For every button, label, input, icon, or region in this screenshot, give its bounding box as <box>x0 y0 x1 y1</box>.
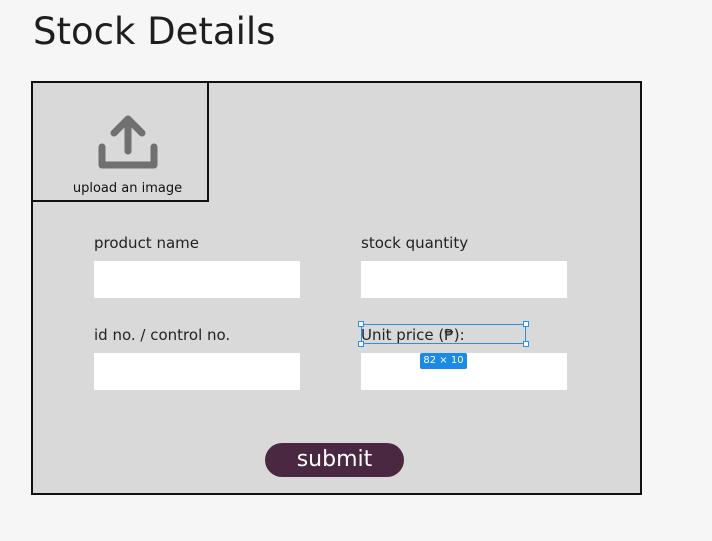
stock-quantity-input[interactable] <box>361 261 567 298</box>
selection-outline <box>361 324 526 344</box>
stock-form: upload an image product name stock quant… <box>31 81 642 495</box>
upload-label: upload an image <box>72 181 183 196</box>
upload-icon <box>98 115 158 169</box>
id-no-input[interactable] <box>94 353 300 390</box>
resize-handle-top-left[interactable] <box>358 321 364 327</box>
selection-size-badge: 82 × 10 <box>420 353 467 369</box>
resize-handle-bottom-left[interactable] <box>358 341 364 347</box>
resize-handle-top-right[interactable] <box>523 321 529 327</box>
product-name-input[interactable] <box>94 261 300 298</box>
id-no-label: id no. / control no. <box>94 326 231 344</box>
stock-quantity-label: stock quantity <box>361 234 469 252</box>
resize-handle-bottom-right[interactable] <box>523 341 529 347</box>
product-name-label: product name <box>94 234 199 252</box>
page-title: Stock Details <box>33 10 276 53</box>
upload-image-area[interactable]: upload an image <box>33 83 209 202</box>
submit-button[interactable]: submit <box>265 443 404 477</box>
